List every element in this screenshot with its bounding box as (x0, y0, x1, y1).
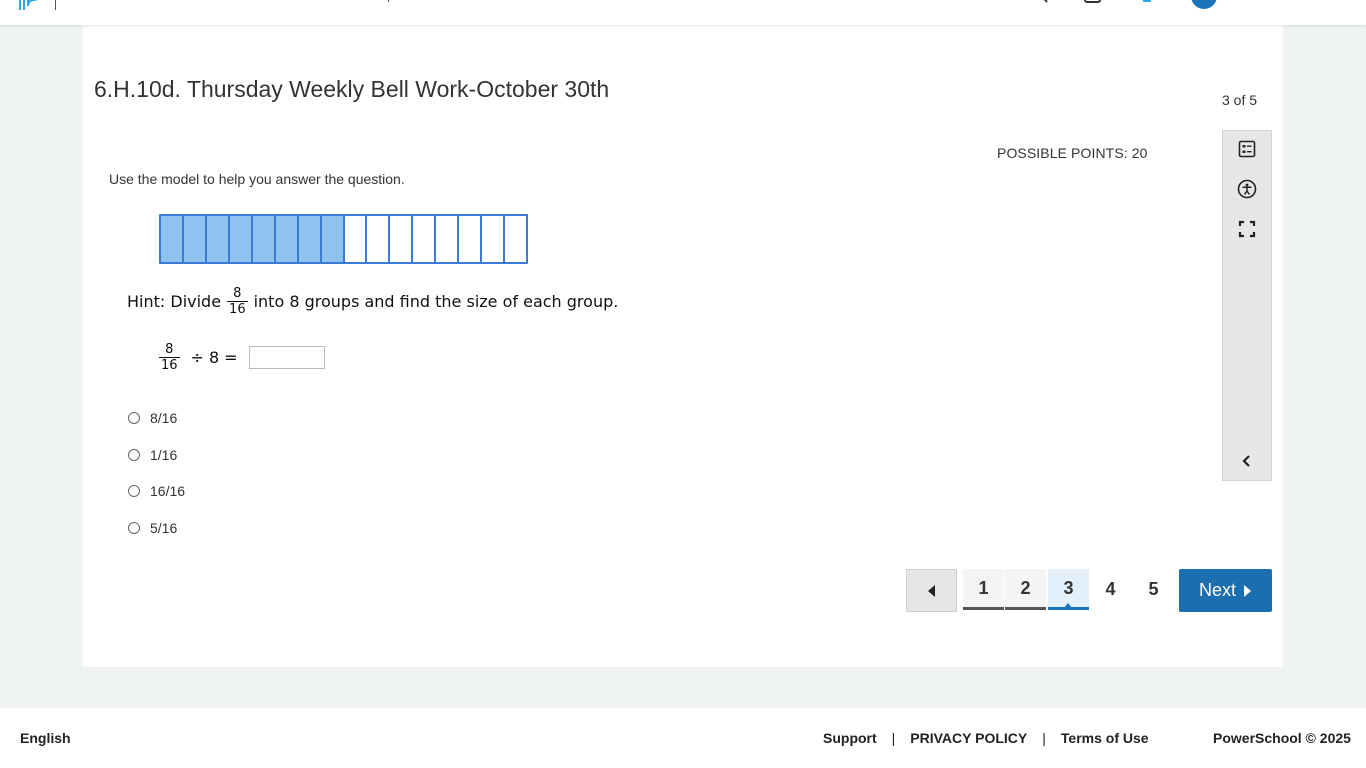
model-cell-empty (436, 216, 460, 262)
choice-label: 16/16 (150, 483, 186, 499)
collapse-panel-button[interactable] (1236, 450, 1258, 472)
top-navigation-bar (0, 0, 1366, 25)
previous-button[interactable] (906, 569, 957, 612)
choice-label: 1/16 (150, 446, 178, 463)
page-footer: English Support | PRIVACY POLICY | Terms… (0, 708, 1366, 768)
equals-sign: = (224, 347, 238, 367)
model-cell-shaded (206, 216, 230, 262)
model-cell-empty (459, 216, 483, 262)
choice-label: 8/16 (150, 410, 178, 426)
choice-option[interactable]: 8/16 (128, 408, 185, 428)
equation: 8 16 ÷ 8 = (159, 337, 325, 377)
model-cell-empty (344, 216, 368, 262)
model-cell-shaded (252, 216, 276, 262)
model-cell-shaded (275, 216, 299, 262)
hint-fraction: 8 16 (227, 286, 248, 317)
page-title: 6.H.10d. Thursday Weekly Bell Work-Octob… (94, 76, 610, 102)
fraction-numerator: 8 (233, 285, 242, 301)
search-icon[interactable] (1030, 0, 1050, 4)
division-operator: ÷ (190, 347, 204, 367)
accessibility-button[interactable] (1236, 178, 1258, 200)
copyright: PowerSchool © 2025 (1213, 730, 1351, 746)
model-cell-shaded (183, 216, 207, 262)
fullscreen-icon (1238, 220, 1256, 238)
model-cell-empty (390, 216, 414, 262)
document-icon[interactable] (1083, 0, 1103, 4)
page-1-button[interactable]: 1 (963, 569, 1004, 610)
accessibility-icon (1237, 179, 1257, 199)
line-reader-button[interactable] (1236, 138, 1258, 160)
page-5-button[interactable]: 5 (1133, 569, 1174, 610)
question-instruction: Use the model to help you answer the que… (109, 171, 405, 187)
radio-button[interactable] (128, 412, 140, 424)
page-4-button[interactable]: 4 (1090, 569, 1131, 610)
avatar-icon[interactable] (1190, 0, 1220, 10)
footer-links: Support | PRIVACY POLICY | Terms of Use (823, 730, 1149, 746)
divisor: 8 (208, 347, 220, 367)
radio-button[interactable] (128, 521, 140, 534)
tools-panel (1222, 130, 1272, 481)
triangle-right-icon (1244, 584, 1251, 597)
choice-option[interactable]: 16/16 (128, 481, 185, 501)
model-cell-shaded (229, 216, 253, 262)
model-cell-empty (367, 216, 391, 262)
equation-fraction: 8 16 (159, 342, 180, 373)
choice-label: 5/16 (150, 519, 178, 536)
model-cell-empty (482, 216, 506, 262)
model-cell-shaded (298, 216, 322, 262)
notification-icon[interactable] (1138, 0, 1158, 4)
link-separator: | (891, 730, 896, 746)
line-reader-icon (1238, 140, 1256, 158)
model-cell-empty (505, 216, 526, 262)
model-cell-empty (413, 216, 437, 262)
fraction-bar-model (159, 214, 528, 264)
triangle-left-icon (927, 584, 935, 597)
question-counter: 3 of 5 (1222, 92, 1258, 108)
model-cell-shaded (161, 216, 184, 262)
fraction-numerator: 8 (165, 341, 174, 357)
terms-of-use-link[interactable]: Terms of Use (1061, 730, 1149, 746)
model-cell-shaded (321, 216, 345, 262)
next-button-label: Next (1198, 580, 1236, 600)
choice-option[interactable]: 1/16 (128, 445, 185, 465)
language-selector[interactable]: English (20, 730, 71, 746)
radio-button[interactable] (128, 485, 140, 497)
divider (388, 0, 389, 2)
fullscreen-button[interactable] (1236, 218, 1258, 240)
link-separator: | (1042, 730, 1046, 746)
next-button[interactable]: Next (1179, 569, 1272, 612)
page-2-button[interactable]: 2 (1005, 569, 1046, 610)
choice-option[interactable]: 5/16 (128, 518, 185, 538)
divider (55, 0, 56, 10)
fraction-denominator: 16 (159, 356, 180, 373)
hint-prefix: Hint: Divide (127, 291, 222, 311)
answer-input[interactable] (248, 345, 325, 369)
hint-suffix: into 8 groups and find the size of each … (253, 291, 619, 311)
privacy-policy-link[interactable]: PRIVACY POLICY (910, 730, 1027, 746)
answer-choices: 8/16 1/16 16/16 5/16 (128, 408, 185, 554)
chevron-left-icon (1242, 455, 1250, 467)
fraction-denominator: 16 (227, 300, 248, 317)
possible-points: POSSIBLE POINTS: 20 (997, 145, 1148, 161)
question-card: 6.H.10d. Thursday Weekly Bell Work-Octob… (83, 25, 1283, 667)
page-3-button[interactable]: 3 (1048, 569, 1089, 610)
hint-text: Hint: Divide 8 16 into 8 groups and find… (127, 281, 618, 321)
support-link[interactable]: Support (823, 730, 877, 746)
radio-button[interactable] (128, 448, 140, 461)
logo-icon[interactable] (18, 0, 40, 10)
